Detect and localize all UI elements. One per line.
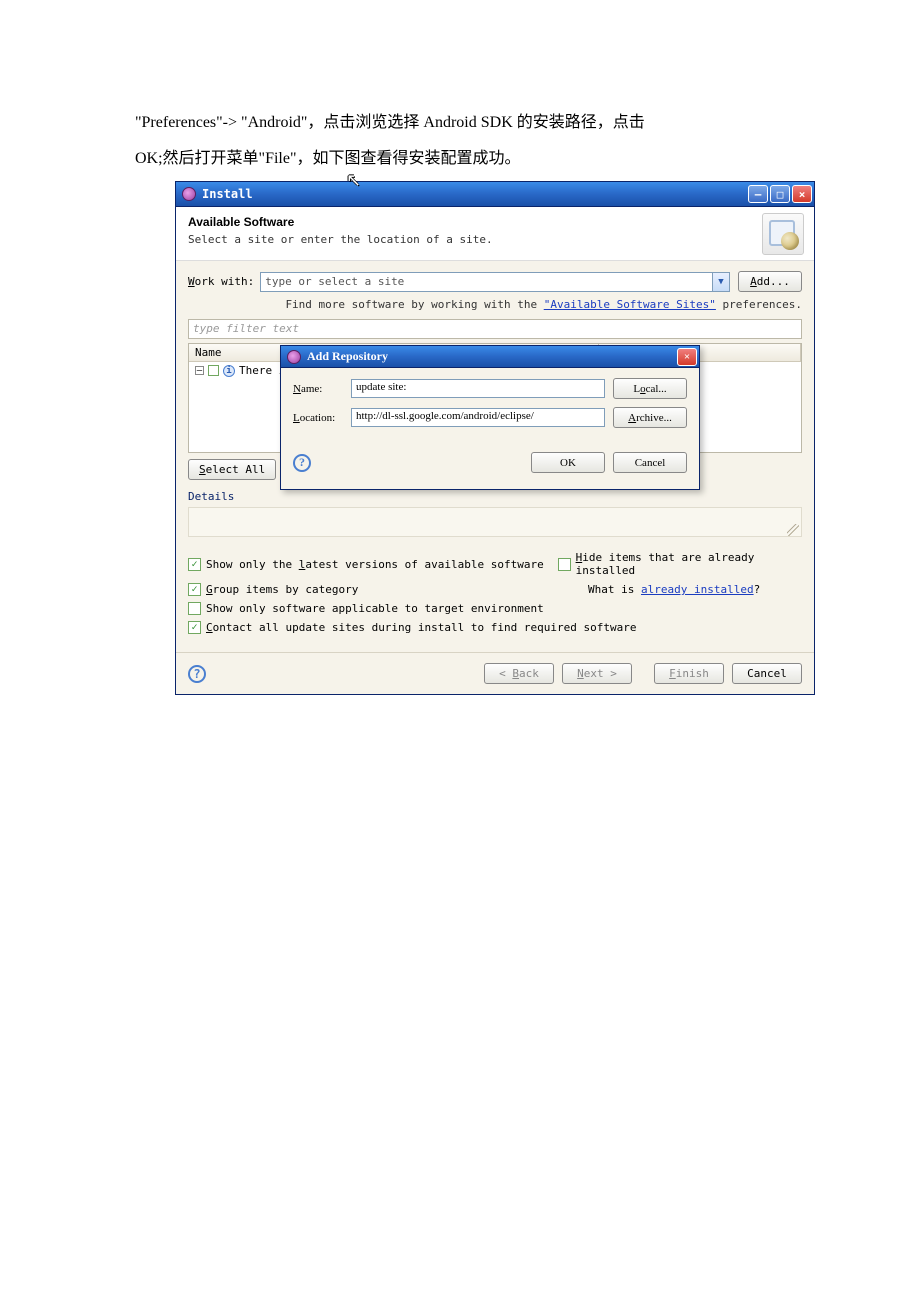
available-sites-link[interactable]: "Available Software Sites" [544,298,716,311]
next-button[interactable]: Next > [562,663,632,684]
eclipse-icon [287,350,301,364]
maximize-button[interactable]: □ [770,185,790,203]
work-with-combo[interactable]: type or select a site ▼ [260,272,730,292]
checkbox-latest[interactable]: ✓ [188,558,201,571]
banner-subtitle: Select a site or enter the location of a… [188,233,802,246]
checkbox-group[interactable]: ✓ [188,583,201,596]
name-input[interactable]: update site: [351,379,605,398]
add-button[interactable]: Add... [738,271,802,292]
dialog-close-button[interactable]: × [677,348,697,366]
location-input[interactable]: http://dl-ssl.google.com/android/eclipse… [351,408,605,427]
install-titlebar[interactable]: Install – □ × [176,182,814,207]
name-label: Name: [293,383,351,395]
banner-title: Available Software [188,215,802,229]
cancel-button[interactable]: Cancel [732,663,802,684]
local-button[interactable]: Local... [613,378,687,399]
dialog-titlebar[interactable]: Add Repository × [281,346,699,368]
opt-contact: Contact all update sites during install … [206,621,636,634]
doc-line-1: "Preferences"-> "Android"，点击浏览选择 Android… [135,110,790,136]
opt-latest: Show only the latest versions of availab… [206,558,544,571]
add-repository-dialog: Add Repository × Name: update site: Loca… [280,345,700,490]
banner: Available Software Select a site or ente… [176,207,814,261]
minimize-button[interactable]: – [748,185,768,203]
work-with-placeholder: type or select a site [265,275,404,288]
filter-input[interactable]: type filter text [188,319,802,339]
opt-target: Show only software applicable to target … [206,602,544,615]
checkbox-target-env[interactable] [188,602,201,615]
checkbox-hide-installed[interactable] [558,558,570,571]
info-icon: i [223,365,235,377]
install-banner-icon [762,213,804,255]
ok-button[interactable]: OK [531,452,605,473]
finish-button[interactable]: Finish [654,663,724,684]
row-checkbox[interactable] [208,365,219,376]
dialog-help-icon[interactable]: ? [293,454,311,472]
install-title: Install [202,187,253,201]
archive-button[interactable]: Archive... [613,407,687,428]
resize-grip-icon[interactable] [787,524,799,536]
expander-icon[interactable]: – [195,366,204,375]
location-label: Location: [293,412,351,424]
eclipse-icon [182,187,196,201]
back-button[interactable]: < Back [484,663,554,684]
work-with-label: Work with: [188,275,254,288]
close-button[interactable]: × [792,185,812,203]
opt-group: Group items by category [206,583,358,596]
checkbox-contact-sites[interactable]: ✓ [188,621,201,634]
opt-whatis: What is already installed? [588,583,760,596]
chevron-down-icon[interactable]: ▼ [712,273,729,291]
hint-line: Find more software by working with the "… [188,298,802,311]
already-installed-link[interactable]: already installed [641,583,754,596]
details-box [188,507,802,537]
help-icon[interactable]: ? [188,665,206,683]
details-label: Details [188,490,802,503]
dialog-cancel-button[interactable]: Cancel [613,452,687,473]
opt-hide: Hide items that are already installed [576,551,802,577]
doc-line-2: OK;然后打开菜单"File"，如下图查看得安装配置成功。 [135,146,790,172]
select-all-button[interactable]: Select All [188,459,276,480]
dialog-title: Add Repository [307,349,388,364]
